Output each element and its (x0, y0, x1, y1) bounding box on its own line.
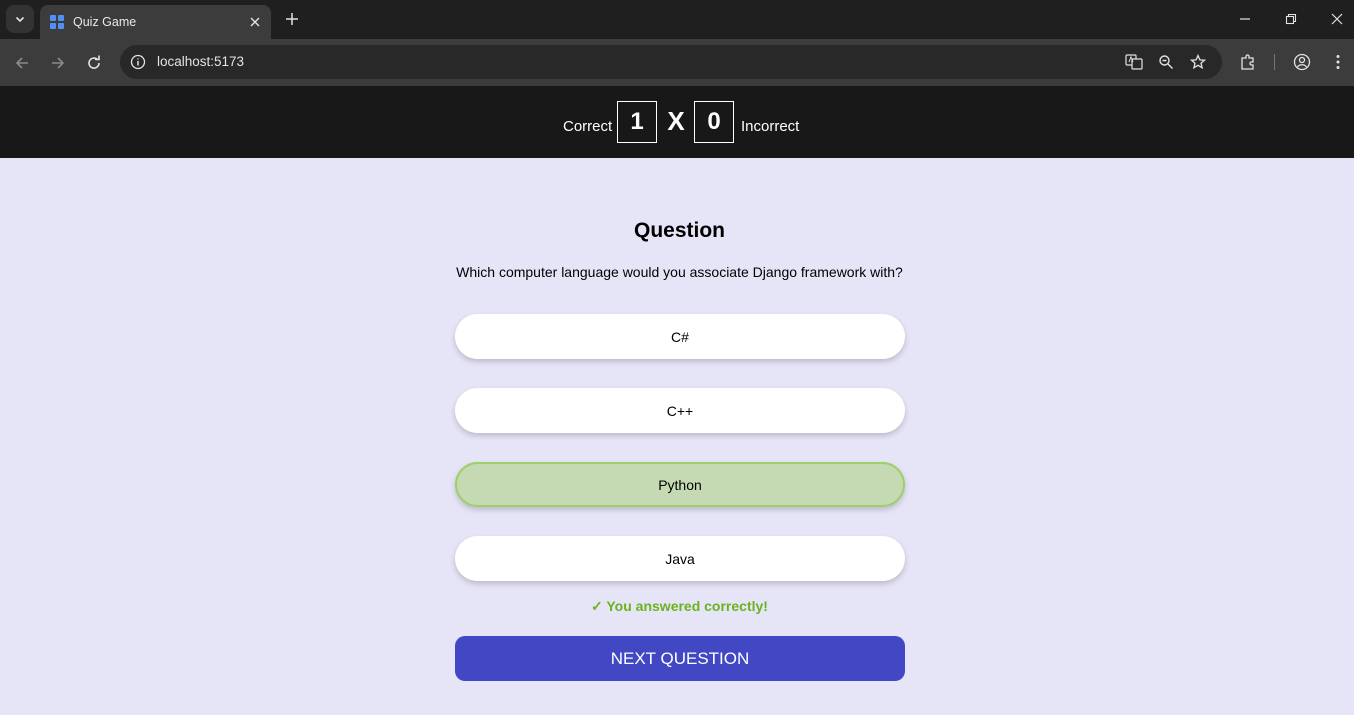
profile-button[interactable] (1290, 50, 1314, 74)
close-icon (1331, 13, 1343, 25)
correct-count: 1 (617, 101, 657, 143)
zoom-icon (1159, 55, 1173, 69)
chevron-down-icon (15, 16, 25, 23)
translate-icon (1125, 54, 1143, 70)
tab-title: Quiz Game (73, 15, 137, 29)
extensions-icon (1241, 54, 1254, 70)
question-heading: Question (633, 219, 725, 242)
scoreboard: Correct 1 X 0 Incorrect (0, 86, 1354, 158)
answer-option[interactable]: C# (455, 314, 905, 359)
bookmark-button[interactable] (1186, 50, 1210, 74)
reload-icon (88, 55, 100, 69)
browser-toolbar: localhost:5173 (0, 39, 1354, 86)
next-question-button[interactable]: NEXT QUESTION (455, 636, 905, 681)
browser-tab[interactable]: Quiz Game (40, 5, 271, 39)
correct-label: Correct (563, 118, 613, 135)
site-info-button[interactable] (126, 50, 150, 74)
site-info-icon (130, 54, 146, 70)
plus-icon (286, 13, 298, 25)
back-button[interactable] (8, 49, 36, 77)
incorrect-label: Incorrect (741, 118, 800, 135)
minimize-icon (1240, 18, 1250, 20)
profile-icon (1293, 53, 1311, 71)
reload-button[interactable] (80, 49, 108, 77)
zoom-button[interactable] (1154, 50, 1178, 74)
tab-close-button[interactable] (245, 12, 265, 32)
restore-button[interactable] (1268, 0, 1314, 38)
restore-icon (1285, 13, 1297, 25)
feedback-message: ✓ You answered correctly! (591, 598, 768, 614)
translate-button[interactable] (1122, 50, 1146, 74)
new-tab-button[interactable] (280, 7, 304, 31)
browser-tabstrip: Quiz Game (0, 0, 1354, 39)
app-grid-icon (50, 15, 64, 29)
question-text: Which computer language would you associ… (456, 264, 903, 280)
close-icon (250, 17, 260, 27)
answer-option[interactable]: C++ (455, 388, 905, 433)
forward-icon (52, 57, 65, 69)
toolbar-divider (1274, 54, 1275, 70)
answer-option[interactable]: Java (455, 536, 905, 581)
back-icon (15, 57, 28, 69)
score-separator: X (667, 106, 685, 136)
close-window-button[interactable] (1314, 0, 1354, 38)
address-bar[interactable]: localhost:5173 (120, 45, 1222, 79)
answer-option-correct[interactable]: Python (455, 462, 905, 507)
minimize-button[interactable] (1222, 0, 1268, 38)
more-icon (1336, 55, 1340, 69)
star-icon (1190, 54, 1206, 70)
forward-button[interactable] (44, 49, 72, 77)
url-text: localhost:5173 (157, 54, 245, 69)
incorrect-count: 0 (694, 101, 734, 143)
menu-button[interactable] (1326, 50, 1350, 74)
extensions-button[interactable] (1236, 50, 1260, 74)
tab-search-button[interactable] (6, 5, 34, 33)
